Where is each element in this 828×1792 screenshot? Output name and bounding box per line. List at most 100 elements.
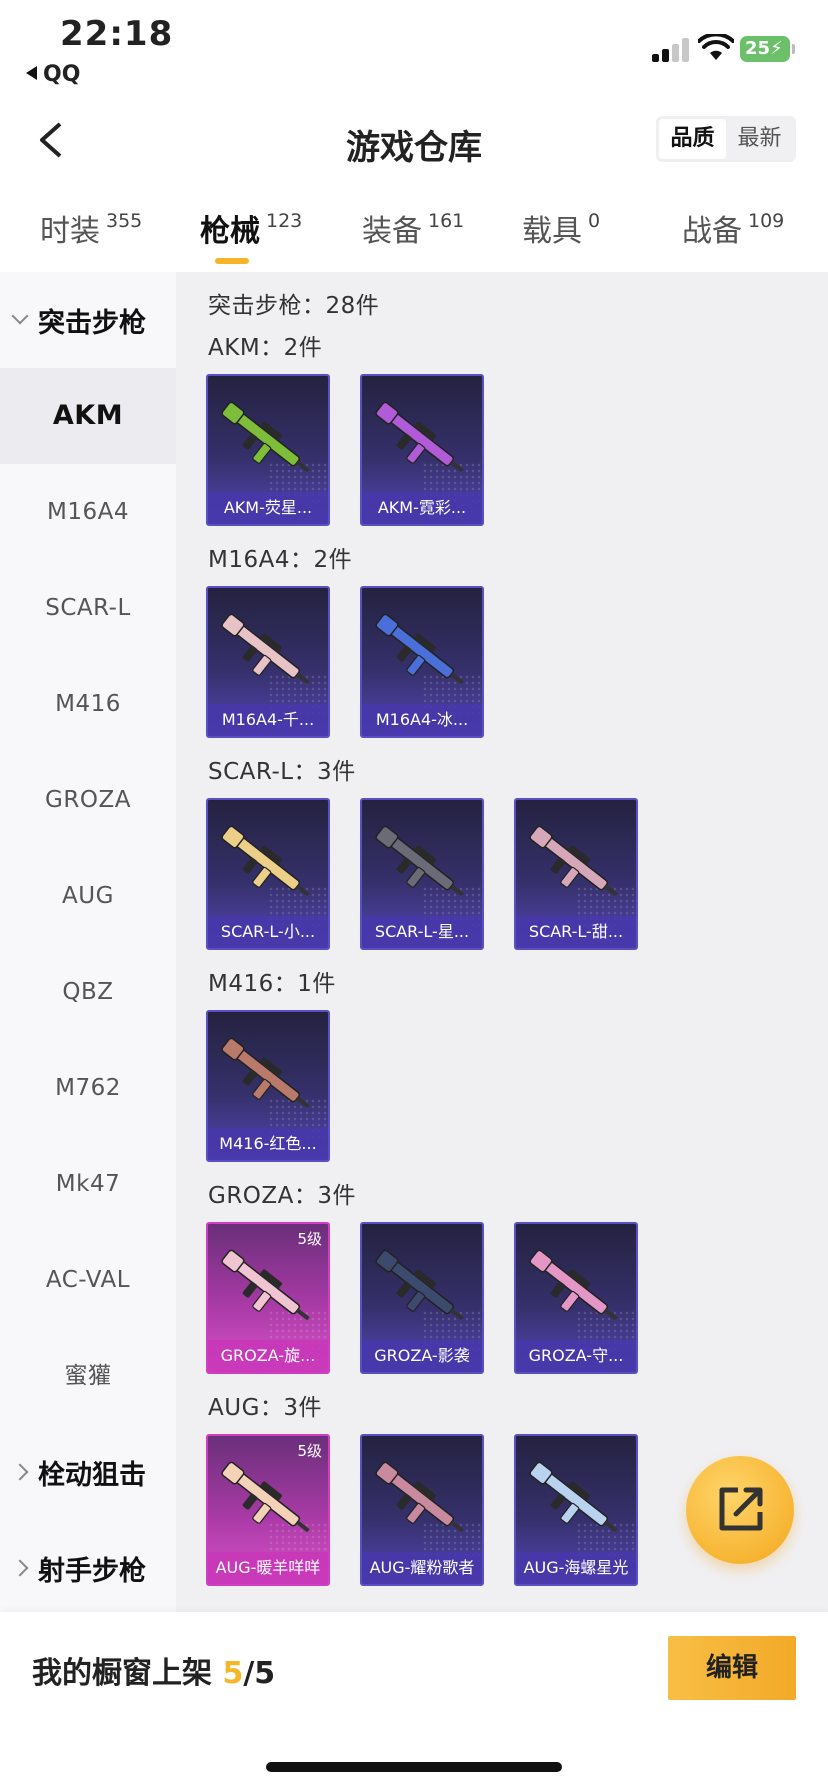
tab-supplies[interactable]: 战备 109	[682, 206, 784, 250]
sidebar-group-assault-rifles[interactable]: 突击步枪	[0, 272, 176, 368]
weapon-skin-card[interactable]: SCAR-L-星...	[360, 798, 484, 950]
weapon-skin-image	[221, 613, 310, 685]
weapon-skin-image	[375, 825, 464, 897]
back-to-app-link[interactable]: QQ	[26, 62, 80, 87]
sort-newest-button[interactable]: 最新	[726, 119, 793, 159]
weapon-skin-name: GROZA-影袭	[362, 1340, 482, 1372]
weapon-skin-name: SCAR-L-小...	[208, 916, 328, 948]
edit-button[interactable]: 编辑	[668, 1636, 796, 1700]
sort-toggle: 品质 最新	[656, 116, 796, 162]
weapon-skin-card[interactable]: M16A4-千...	[206, 586, 330, 738]
section-count-label: M416：1件	[208, 971, 336, 997]
group-label: 射手步枪	[38, 1555, 146, 1587]
sidebar-group-marksman[interactable]: 射手步枪	[0, 1520, 176, 1616]
weapon-skin-image	[529, 1249, 618, 1321]
weapon-list: 突击步枪：28件 AKM：2件 AKM-荧星... AKM-霓彩... M16A4：2…	[176, 272, 828, 1612]
sort-quality-button[interactable]: 品质	[659, 119, 726, 159]
tab-count: 355	[106, 210, 143, 232]
showcase-current-count: 5	[222, 1656, 244, 1691]
wifi-icon	[698, 34, 734, 60]
tab-count: 109	[748, 210, 785, 232]
tab-weapons[interactable]: 枪械 123	[200, 206, 302, 250]
sidebar-item-m16a4[interactable]: M16A4	[0, 464, 176, 560]
group-label: 突击步枪	[38, 307, 146, 339]
share-button[interactable]	[686, 1456, 794, 1564]
weapon-skin-card[interactable]: AUG-海螺星光	[514, 1434, 638, 1586]
weapon-skin-name: AUG-暖羊咩咩	[208, 1552, 328, 1584]
battery-level: 25	[745, 38, 771, 59]
weapon-skin-card[interactable]: AUG-耀粉歌者	[360, 1434, 484, 1586]
sidebar-item-groza[interactable]: GROZA	[0, 752, 176, 848]
sidebar-item-honey-badger[interactable]: 蜜獾	[0, 1328, 176, 1424]
tab-count: 0	[588, 210, 601, 232]
weapon-skin-image	[221, 401, 310, 473]
tab-fashion[interactable]: 时装 355	[40, 206, 142, 250]
weapon-skin-card[interactable]: 5级 AUG-暖羊咩咩	[206, 1434, 330, 1586]
weapon-skin-card[interactable]: SCAR-L-小...	[206, 798, 330, 950]
weapon-skin-image	[375, 1249, 464, 1321]
group-label: 栓动狙击	[38, 1459, 146, 1491]
tab-equipment[interactable]: 装备 161	[362, 206, 464, 250]
weapon-skin-image	[529, 1461, 618, 1533]
share-icon	[719, 1487, 763, 1531]
weapon-skin-card[interactable]: AKM-霓彩...	[360, 374, 484, 526]
back-triangle-icon	[26, 66, 37, 80]
weapon-skin-name: GROZA-旋...	[208, 1340, 328, 1372]
weapon-skin-image	[375, 613, 464, 685]
weapon-skin-name: AUG-海螺星光	[516, 1552, 636, 1584]
category-tabs: 时装 355 枪械 123 装备 161 载具 0 战备 109	[0, 196, 828, 268]
section-count-label: GROZA：3件	[208, 1183, 357, 1209]
chevron-right-icon	[11, 1463, 29, 1481]
showcase-text: 我的橱窗上架	[32, 1656, 223, 1691]
level-badge: 5级	[297, 1442, 322, 1460]
tab-count: 161	[428, 210, 465, 232]
battery-icon: 25⚡	[740, 36, 795, 62]
weapon-skin-card[interactable]: AKM-荧星...	[206, 374, 330, 526]
tab-vehicles[interactable]: 载具 0	[522, 206, 600, 250]
weapon-skin-card[interactable]: GROZA-守...	[514, 1222, 638, 1374]
sidebar-item-m762[interactable]: M762	[0, 1040, 176, 1136]
weapon-skin-image	[375, 1461, 464, 1533]
weapon-skin-image	[375, 401, 464, 473]
tab-label: 枪械	[200, 214, 260, 249]
sidebar-item-ac-val[interactable]: AC-VAL	[0, 1232, 176, 1328]
sidebar-group-bolt-action[interactable]: 栓动狙击	[0, 1424, 176, 1520]
weapon-skin-card[interactable]: 5级 GROZA-旋...	[206, 1222, 330, 1374]
weapon-skin-image	[221, 1037, 310, 1109]
back-app-label: QQ	[43, 62, 81, 87]
cellular-signal-icon	[652, 38, 690, 62]
status-time: 22:18	[60, 14, 174, 54]
sidebar-item-qbz[interactable]: QBZ	[0, 944, 176, 1040]
weapon-skin-name: AKM-霓彩...	[362, 492, 482, 524]
sidebar-item-m416[interactable]: M416	[0, 656, 176, 752]
sidebar-item-scar-l[interactable]: SCAR-L	[0, 560, 176, 656]
showcase-total-count: /5	[243, 1656, 276, 1691]
nav-header: 游戏仓库 品质 最新	[0, 100, 828, 180]
weapon-skin-card[interactable]: M416-红色...	[206, 1010, 330, 1162]
weapon-skin-card[interactable]: GROZA-影袭	[360, 1222, 484, 1374]
home-indicator	[266, 1762, 562, 1772]
total-count-label: 突击步枪：28件	[208, 293, 380, 319]
weapon-skin-name: M416-红色...	[208, 1128, 328, 1160]
sidebar-item-mk47[interactable]: Mk47	[0, 1136, 176, 1232]
sidebar-item-akm[interactable]: AKM	[0, 368, 176, 464]
active-tab-indicator	[215, 258, 249, 264]
charging-bolt-icon: ⚡	[770, 38, 783, 59]
weapon-skin-name: AUG-耀粉歌者	[362, 1552, 482, 1584]
weapon-skin-card[interactable]: M16A4-冰...	[360, 586, 484, 738]
tab-label: 载具	[522, 214, 582, 249]
tab-label: 战备	[682, 214, 742, 249]
weapon-skin-image	[221, 1249, 310, 1321]
weapon-skin-name: SCAR-L-甜...	[516, 916, 636, 948]
weapon-skin-image	[221, 825, 310, 897]
section-count-label: AUG：3件	[208, 1395, 323, 1421]
section-count-label: M16A4：2件	[208, 547, 353, 573]
section-count-label: SCAR-L：3件	[208, 759, 356, 785]
tab-count: 123	[266, 210, 303, 232]
sidebar-item-aug[interactable]: AUG	[0, 848, 176, 944]
weapon-skin-name: GROZA-守...	[516, 1340, 636, 1372]
weapon-skin-card[interactable]: SCAR-L-甜...	[514, 798, 638, 950]
weapon-skin-name: SCAR-L-星...	[362, 916, 482, 948]
weapon-type-sidebar: 突击步枪 AKM M16A4 SCAR-L M416 GROZA AUG QBZ…	[0, 272, 176, 1612]
section-count-label: AKM：2件	[208, 335, 323, 361]
